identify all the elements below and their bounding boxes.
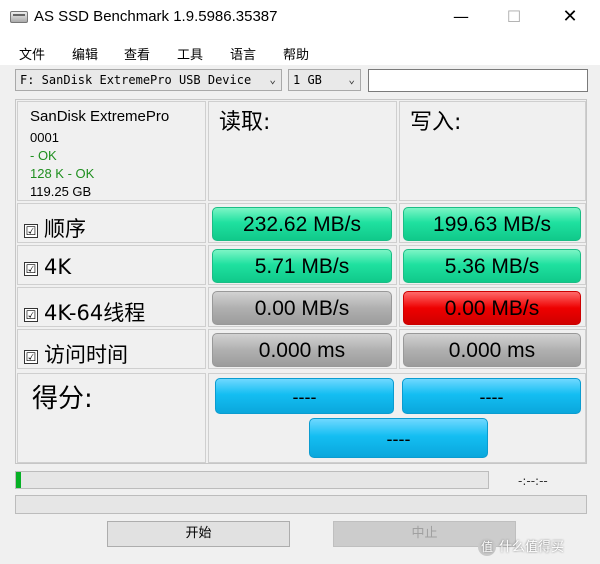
title-bar: AS SSD Benchmark 1.9.5986.35387 — ☐ ✕ xyxy=(0,0,600,36)
read-header-cell: 读取: xyxy=(208,101,397,201)
seq-read-result: 232.62 MB/s xyxy=(212,207,392,241)
score-values-cell: ---- ---- ---- xyxy=(208,373,586,463)
row-access-label[interactable]: ☑ 访问时间 xyxy=(24,339,128,369)
menu-edit[interactable]: 编辑 xyxy=(72,44,98,63)
row-access-label-cell: ☑ 访问时间 xyxy=(17,329,206,369)
write-score: ---- xyxy=(402,378,581,414)
device-name: SanDisk ExtremePro xyxy=(30,108,170,125)
read-score: ---- xyxy=(215,378,394,414)
chevron-down-icon: ⌄ xyxy=(348,73,355,86)
secondary-progress-bar xyxy=(15,495,587,514)
score-label: 得分: xyxy=(32,384,93,414)
row-4k64-read-cell: 0.00 MB/s xyxy=(208,287,397,327)
row-4k-text: 4K xyxy=(44,255,72,279)
row-seq-label[interactable]: ☑ 顺序 xyxy=(24,213,86,243)
start-button[interactable]: 开始 xyxy=(107,521,290,547)
read-header: 读取: xyxy=(219,110,271,135)
row-seq-write-cell: 199.63 MB/s xyxy=(399,203,586,243)
4k-write-result: 5.36 MB/s xyxy=(403,249,581,283)
row-4k64-write-cell: 0.00 MB/s xyxy=(399,287,586,327)
row-access-read-cell: 0.000 ms xyxy=(208,329,397,369)
device-firmware: 0001 xyxy=(30,130,59,145)
row-4k-label-cell: ☑ 4K xyxy=(17,245,206,285)
drive-select[interactable]: F: SanDisk ExtremePro USB Device ⌄ xyxy=(15,69,282,91)
progress-bar xyxy=(15,471,489,489)
checkbox-checked-icon[interactable]: ☑ xyxy=(24,262,38,276)
row-seq-read-cell: 232.62 MB/s xyxy=(208,203,397,243)
write-header: 写入: xyxy=(410,110,462,135)
app-window: AS SSD Benchmark 1.9.5986.35387 — ☐ ✕ 文件… xyxy=(0,0,600,564)
size-select[interactable]: 1 GB ⌄ xyxy=(288,69,361,91)
checkbox-checked-icon[interactable]: ☑ xyxy=(24,350,38,364)
drive-select-value: F: SanDisk ExtremePro USB Device xyxy=(20,73,252,87)
row-4k64-label[interactable]: ☑ 4K-64线程 xyxy=(24,297,145,327)
watermark-text: 什么值得买 xyxy=(499,540,565,555)
device-capacity: 119.25 GB xyxy=(30,184,92,199)
watermark: 值什么值得买 xyxy=(478,536,564,556)
menu-file[interactable]: 文件 xyxy=(19,44,45,63)
seq-write-result: 199.63 MB/s xyxy=(403,207,581,241)
maximize-button[interactable]: ☐ xyxy=(491,0,537,36)
result-text-field[interactable] xyxy=(368,69,588,92)
row-4k-label[interactable]: ☑ 4K xyxy=(24,255,71,279)
4k64-read-result: 0.00 MB/s xyxy=(212,291,392,325)
menu-tools[interactable]: 工具 xyxy=(177,44,203,63)
4k64-write-result: 0.00 MB/s xyxy=(403,291,581,325)
window-title: AS SSD Benchmark 1.9.5986.35387 xyxy=(34,8,278,25)
app-drive-icon xyxy=(10,11,28,23)
access-read-result: 0.000 ms xyxy=(212,333,392,367)
write-header-cell: 写入: xyxy=(399,101,586,201)
block-status: 128 K - OK xyxy=(30,166,95,181)
row-seq-text: 顺序 xyxy=(44,217,86,241)
menu-view[interactable]: 查看 xyxy=(124,44,150,63)
row-access-text: 访问时间 xyxy=(44,343,128,367)
results-grid: SanDisk ExtremePro 0001 - OK 128 K - OK … xyxy=(15,99,587,464)
row-4k64-text: 4K-64线程 xyxy=(44,301,146,325)
watermark-badge: 值 xyxy=(478,538,496,556)
chevron-down-icon: ⌄ xyxy=(269,73,276,86)
size-select-value: 1 GB xyxy=(293,73,322,87)
score-label-cell: 得分: xyxy=(17,373,206,463)
access-write-result: 0.000 ms xyxy=(403,333,581,367)
progress-fill xyxy=(16,472,21,488)
menu-help[interactable]: 帮助 xyxy=(283,44,309,63)
row-4k64-label-cell: ☑ 4K-64线程 xyxy=(17,287,206,327)
checkbox-checked-icon[interactable]: ☑ xyxy=(24,224,38,238)
elapsed-timer: -:--:-- xyxy=(518,474,548,488)
device-info-panel: SanDisk ExtremePro 0001 - OK 128 K - OK … xyxy=(17,101,206,201)
close-button[interactable]: ✕ xyxy=(547,0,593,36)
row-4k-write-cell: 5.36 MB/s xyxy=(399,245,586,285)
total-score: ---- xyxy=(309,418,488,458)
row-seq-label-cell: ☑ 顺序 xyxy=(17,203,206,243)
menu-language[interactable]: 语言 xyxy=(230,44,256,63)
row-4k-read-cell: 5.71 MB/s xyxy=(208,245,397,285)
alignment-status: - OK xyxy=(30,148,57,163)
minimize-button[interactable]: — xyxy=(438,0,484,36)
menu-bar: 文件 编辑 查看 工具 语言 帮助 xyxy=(0,36,600,66)
4k-read-result: 5.71 MB/s xyxy=(212,249,392,283)
checkbox-checked-icon[interactable]: ☑ xyxy=(24,308,38,322)
row-access-write-cell: 0.000 ms xyxy=(399,329,586,369)
